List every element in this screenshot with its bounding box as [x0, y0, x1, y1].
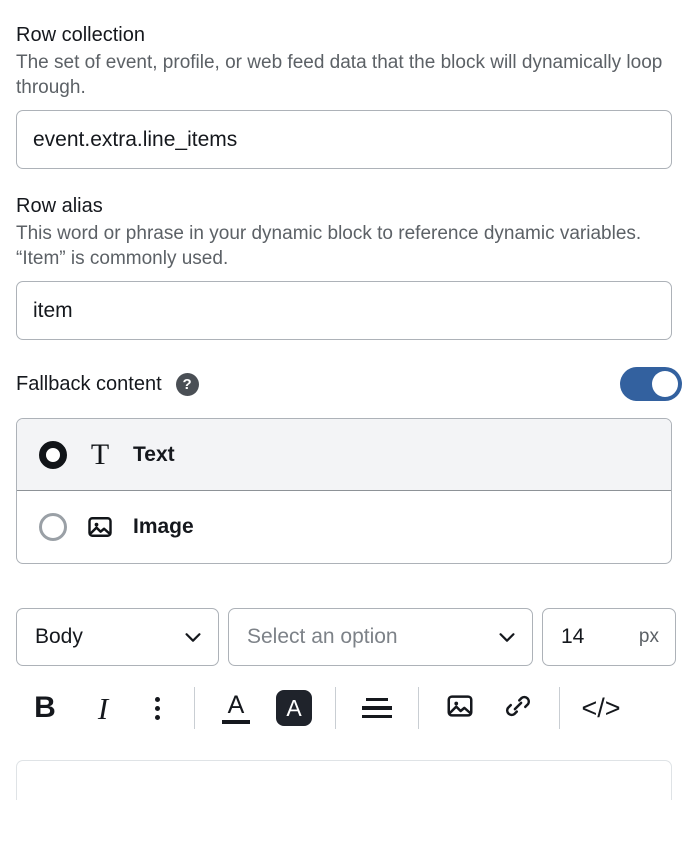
- text-style-bar: Body Select an option 14 px: [0, 608, 698, 666]
- toolbar-divider: [335, 687, 336, 729]
- fallback-content-type-list: T Text Image: [16, 418, 672, 564]
- image-icon: [85, 512, 115, 542]
- font-style-value: Select an option: [247, 625, 398, 649]
- fallback-content-row: Fallback content ?: [0, 362, 698, 406]
- text-color-icon: A: [222, 693, 250, 724]
- font-family-value: Body: [35, 625, 83, 649]
- section-spacer-1: [0, 169, 698, 193]
- bold-button[interactable]: B: [16, 683, 74, 733]
- text-t-icon: T: [85, 440, 115, 470]
- fallback-content-label: Fallback content: [16, 371, 162, 397]
- option-row-text[interactable]: T Text: [17, 419, 671, 491]
- text-color-letter: A: [228, 693, 245, 717]
- top-spacer: [0, 0, 698, 22]
- align-button[interactable]: [348, 683, 406, 733]
- text-color-button[interactable]: A: [207, 683, 265, 733]
- row-alias-input[interactable]: [16, 281, 672, 340]
- help-circle-icon[interactable]: ?: [176, 373, 199, 396]
- font-size-value: 14: [561, 625, 584, 649]
- highlight-color-button[interactable]: A: [265, 683, 323, 733]
- font-style-select[interactable]: Select an option: [228, 608, 533, 666]
- radio-unselected-icon[interactable]: [39, 513, 67, 541]
- italic-button[interactable]: I: [74, 683, 132, 733]
- option-row-image[interactable]: Image: [17, 491, 671, 563]
- option-label-image: Image: [133, 515, 194, 539]
- radio-selected-icon[interactable]: [39, 441, 67, 469]
- formatting-toolbar: B I A A: [0, 672, 698, 744]
- bold-icon: B: [34, 693, 56, 723]
- code-view-button[interactable]: </>: [572, 683, 630, 733]
- font-family-select[interactable]: Body: [16, 608, 219, 666]
- row-alias-label: Row alias: [0, 193, 698, 219]
- chevron-down-icon: [182, 626, 204, 648]
- rich-text-editor-area[interactable]: [16, 760, 672, 800]
- row-collection-label: Row collection: [0, 22, 698, 48]
- insert-link-button[interactable]: [489, 683, 547, 733]
- font-size-input[interactable]: 14 px: [542, 608, 676, 666]
- kebab-menu-icon: [155, 697, 160, 720]
- row-alias-help-text: This word or phrase in your dynamic bloc…: [0, 221, 692, 271]
- highlight-color-icon: A: [276, 690, 312, 726]
- toolbar-divider: [418, 687, 419, 729]
- row-collection-help-text: The set of event, profile, or web feed d…: [0, 50, 692, 100]
- more-options-button[interactable]: [132, 683, 182, 733]
- toolbar-divider: [559, 687, 560, 729]
- toolbar-divider: [194, 687, 195, 729]
- italic-icon: I: [98, 693, 108, 724]
- code-brackets-icon: </>: [581, 695, 620, 722]
- toggle-knob: [652, 371, 678, 397]
- insert-image-button[interactable]: [431, 683, 489, 733]
- font-size-unit: px: [639, 626, 659, 648]
- link-chain-icon: [503, 691, 533, 726]
- align-center-icon: [362, 698, 392, 719]
- chevron-down-icon: [496, 626, 518, 648]
- row-collection-input[interactable]: [16, 110, 672, 169]
- fallback-content-label-group: Fallback content ?: [16, 371, 199, 397]
- dynamic-block-settings-panel: Row collection The set of event, profile…: [0, 0, 698, 800]
- fallback-content-toggle[interactable]: [620, 367, 682, 401]
- image-icon: [445, 691, 475, 726]
- option-label-text: Text: [133, 443, 175, 467]
